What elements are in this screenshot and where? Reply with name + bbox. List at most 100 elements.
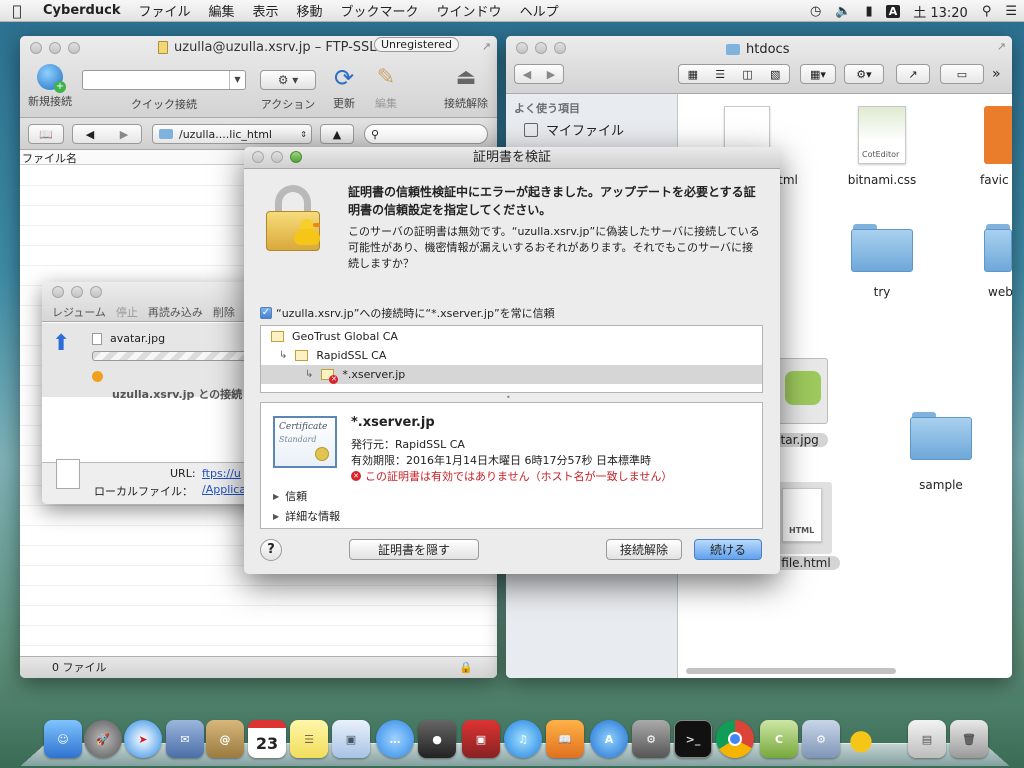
- launchpad-dock-icon[interactable]: 🚀: [84, 720, 122, 758]
- resume-button[interactable]: レジューム: [52, 304, 106, 320]
- photo-booth-dock-icon[interactable]: ▣: [462, 720, 500, 758]
- share-button[interactable]: ↗: [896, 64, 930, 84]
- preview-dock-icon[interactable]: ▣: [332, 720, 370, 758]
- details-disclosure[interactable]: ▶ 詳細な情報: [273, 508, 340, 524]
- folder-label-sample[interactable]: sample: [891, 478, 991, 492]
- minimize-button[interactable]: [271, 151, 283, 163]
- file-label-favicon[interactable]: favic: [980, 173, 1012, 187]
- stop-button[interactable]: 停止: [116, 304, 138, 320]
- back-arrow-icon[interactable]: ◀: [523, 68, 531, 81]
- fullscreen-icon[interactable]: ↗: [482, 40, 491, 53]
- filter-search-input[interactable]: ⚲: [364, 124, 488, 144]
- back-arrow-icon[interactable]: ◀: [86, 128, 94, 141]
- delete-button[interactable]: 削除: [213, 304, 235, 320]
- css-file-icon[interactable]: CotEditor: [858, 106, 906, 164]
- chain-item-intermediate[interactable]: ↳ RapidSSL CA: [261, 346, 762, 365]
- continue-button[interactable]: 続ける: [694, 539, 762, 560]
- safari-dock-icon[interactable]: ➤: [124, 720, 162, 758]
- fullscreen-icon[interactable]: ↗: [997, 40, 1006, 53]
- folder-label-try[interactable]: try: [832, 285, 932, 299]
- bookmarks-toggle-button[interactable]: 📖: [28, 124, 64, 144]
- file-label-html-file[interactable]: file.html: [772, 556, 840, 570]
- chevron-down-icon[interactable]: ▼: [229, 71, 245, 89]
- action-button[interactable]: ⚙ ▾ アクション: [260, 70, 316, 112]
- refresh-button[interactable]: ⟳ 更新: [324, 64, 364, 111]
- close-button[interactable]: [30, 42, 42, 54]
- list-view-icon[interactable]: ☰: [715, 68, 725, 81]
- hide-certificate-button[interactable]: 証明書を隠す: [349, 539, 479, 560]
- help-button[interactable]: ?: [260, 539, 282, 561]
- finder-dock-icon[interactable]: ☺: [44, 720, 82, 758]
- folder-icon[interactable]: [984, 224, 1012, 272]
- menu-view[interactable]: 表示: [244, 1, 288, 20]
- contacts-dock-icon[interactable]: @: [206, 720, 244, 758]
- quick-connect-combobox[interactable]: ▼: [82, 70, 246, 90]
- horizontal-scrollbar[interactable]: [686, 668, 896, 674]
- messages-dock-icon[interactable]: …: [376, 720, 414, 758]
- zoom-button[interactable]: [68, 42, 80, 54]
- notes-dock-icon[interactable]: ☰: [290, 720, 328, 758]
- battery-icon[interactable]: ▮: [859, 4, 880, 19]
- spotlight-search-icon[interactable]: ⚲: [975, 4, 999, 19]
- html-file-thumbnail[interactable]: HTML: [776, 482, 832, 554]
- always-trust-label[interactable]: “uzulla.xsrv.jp”への接続時に“*.xserver.jp”を常に信…: [276, 305, 555, 321]
- menu-edit[interactable]: 編集: [199, 1, 243, 20]
- menubar-clock[interactable]: 土 13:20: [906, 2, 975, 21]
- folder-icon[interactable]: [851, 224, 913, 272]
- itunes-dock-icon[interactable]: ♫: [504, 720, 542, 758]
- ibooks-dock-icon[interactable]: 📖: [546, 720, 584, 758]
- trash-dock-icon[interactable]: 🗑: [950, 720, 988, 758]
- finder-action-button[interactable]: ⚙▾: [844, 64, 884, 84]
- zoom-button[interactable]: [290, 151, 302, 163]
- parent-dir-button[interactable]: ▲: [320, 124, 354, 144]
- folder-icon[interactable]: [910, 412, 972, 460]
- details-disclosure-label[interactable]: 詳細な情報: [285, 508, 340, 524]
- favicon-file-icon[interactable]: [984, 106, 1012, 164]
- disconnect-button[interactable]: ⏏ 接続解除: [440, 64, 492, 111]
- folder-label-web[interactable]: web: [988, 285, 1012, 299]
- coteditor-dock-icon[interactable]: C: [760, 720, 798, 758]
- always-trust-checkbox[interactable]: ✓ “uzulla.xsrv.jp”への接続時に“*.xserver.jp”を常…: [260, 305, 555, 321]
- menu-go[interactable]: 移動: [288, 1, 332, 20]
- disclosure-triangle-icon[interactable]: ▶: [273, 492, 279, 501]
- disconnect-button[interactable]: 接続解除: [606, 539, 682, 560]
- downloads-stack-icon[interactable]: ▤: [908, 720, 946, 758]
- coverflow-view-icon[interactable]: ▧: [770, 68, 780, 81]
- sidebar-item-my-files[interactable]: マイファイル: [524, 120, 624, 139]
- close-button[interactable]: [252, 151, 264, 163]
- forward-arrow-icon[interactable]: ▶: [547, 68, 555, 81]
- facetime-dock-icon[interactable]: ●: [418, 720, 456, 758]
- more-chevron-icon[interactable]: »: [992, 66, 1001, 82]
- time-machine-icon[interactable]: ◷: [803, 4, 828, 19]
- file-label-bitnami-css[interactable]: bitnami.css: [832, 173, 932, 187]
- mail-dock-icon[interactable]: ✉: [166, 720, 204, 758]
- menu-file[interactable]: ファイル: [129, 1, 199, 20]
- chain-item-leaf[interactable]: ↳ ✕ *.xserver.jp: [261, 365, 762, 384]
- url-link[interactable]: ftps://u: [202, 467, 241, 480]
- utility-dock-icon[interactable]: ⚙: [802, 720, 840, 758]
- menu-window[interactable]: ウインドウ: [428, 1, 511, 20]
- column-view-icon[interactable]: ◫: [742, 68, 752, 81]
- checkbox-checked-icon[interactable]: ✓: [260, 307, 272, 319]
- tags-button[interactable]: ▭: [940, 64, 984, 84]
- icon-view-icon[interactable]: ▦: [688, 68, 698, 81]
- unregistered-badge[interactable]: Unregistered: [374, 37, 459, 52]
- minimize-button[interactable]: [71, 286, 83, 298]
- volume-icon[interactable]: 🔈: [828, 4, 858, 19]
- menu-help[interactable]: ヘルプ: [511, 1, 568, 20]
- path-popup[interactable]: /uzulla....lic_html ⇕: [152, 124, 312, 144]
- close-button[interactable]: [52, 286, 64, 298]
- trust-disclosure[interactable]: ▶ 信頼: [273, 488, 307, 504]
- quick-connect-control[interactable]: ▼ クイック接続: [82, 70, 246, 112]
- new-connection-button[interactable]: + 新規接続: [26, 64, 74, 109]
- terminal-dock-icon[interactable]: >_: [674, 720, 712, 758]
- menu-bookmark[interactable]: ブックマーク: [332, 1, 428, 20]
- minimize-button[interactable]: [535, 42, 547, 54]
- zoom-button[interactable]: [90, 286, 102, 298]
- edit-button[interactable]: ✎ 編集: [366, 64, 406, 111]
- trust-disclosure-label[interactable]: 信頼: [285, 488, 307, 504]
- chain-item-root[interactable]: GeoTrust Global CA: [261, 327, 762, 346]
- cyberduck-dock-icon[interactable]: ●: [842, 720, 880, 758]
- notification-center-icon[interactable]: ☰: [998, 4, 1024, 19]
- arrange-button[interactable]: ▦▾: [800, 64, 836, 84]
